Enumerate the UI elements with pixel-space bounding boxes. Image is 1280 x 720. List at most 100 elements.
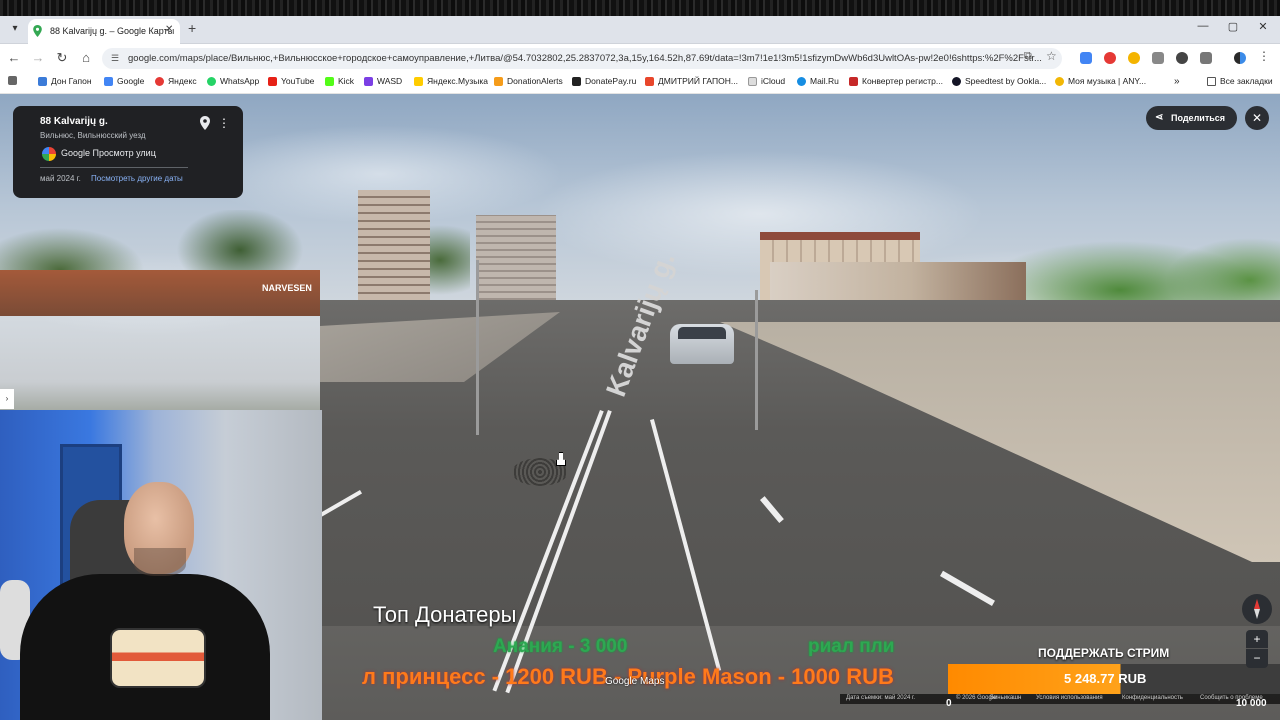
- footer-capture-date: Дата съемки: май 2024 г.: [846, 695, 916, 701]
- panel-collapse-chevron-icon[interactable]: ›: [0, 389, 14, 409]
- bookmark-item[interactable]: Яндекс.Музыка: [414, 76, 488, 86]
- bookmark-favicon-icon: [494, 76, 503, 86]
- bookmark-item[interactable]: Моя музыка | ANY...: [1055, 76, 1146, 86]
- google-logo-icon: [42, 147, 56, 161]
- back-icon[interactable]: ←: [6, 50, 22, 65]
- more-bookmarks-chevron-icon[interactable]: »: [1174, 76, 1180, 87]
- zoom-out-icon[interactable]: −: [1246, 648, 1268, 666]
- extension-yellow-icon[interactable]: [1128, 52, 1140, 64]
- bookmark-favicon-icon: [325, 76, 334, 86]
- bookmark-item[interactable]: iCloud: [748, 76, 785, 86]
- home-icon[interactable]: ⌂: [78, 50, 94, 65]
- zoom-control: + −: [1246, 630, 1268, 668]
- bookmark-item[interactable]: Конвертер регистр...: [849, 76, 943, 86]
- bookmark-item[interactable]: Дон Гапон: [38, 76, 92, 86]
- kiosk-sign: NARVESEN: [262, 283, 312, 293]
- bookmark-favicon-icon: [155, 76, 164, 86]
- all-bookmarks-folder[interactable]: Все закладки: [1207, 76, 1273, 86]
- bookmark-item[interactable]: Mail.Ru: [797, 76, 839, 86]
- footer-link[interactable]: Конфиденциальность: [1122, 695, 1183, 701]
- place-title: 88 Kalvarijų g.: [40, 116, 108, 127]
- apartment-block: [476, 215, 556, 305]
- bookmark-item[interactable]: WASD: [364, 76, 402, 86]
- location-pin-icon[interactable]: [200, 116, 210, 130]
- bookmark-item[interactable]: DonatePay.ru: [572, 76, 636, 86]
- bookmark-favicon-icon: [1055, 76, 1064, 86]
- support-stream-title: ПОДДЕРЖАТЬ СТРИМ: [1038, 646, 1170, 660]
- bookmarks-bar: Дон Гапон Google Яндекс WhatsApp YouTube…: [0, 72, 1280, 94]
- zoom-in-icon[interactable]: +: [1246, 630, 1268, 648]
- bookmark-favicon-icon: [849, 76, 858, 86]
- window-close-icon[interactable]: ✕: [1248, 20, 1278, 33]
- bookmark-item[interactable]: Kick: [325, 76, 354, 86]
- tab-bar: ▾ 88 Kalvarijų g. – Google Карты ✕ + — ▢…: [0, 16, 1280, 44]
- bookmark-favicon-icon: [748, 76, 757, 86]
- street-view-service-label: Google Просмотр улиц: [61, 148, 156, 158]
- apps-grid-icon[interactable]: [8, 76, 17, 85]
- share-button[interactable]: ⋖ Поделиться: [1146, 106, 1237, 130]
- bookmark-item[interactable]: YouTube: [268, 76, 314, 86]
- see-other-dates-link[interactable]: Посмотреть другие даты: [91, 174, 183, 183]
- street-lamp-pole: [476, 260, 479, 435]
- close-street-view-icon[interactable]: ✕: [1245, 106, 1269, 130]
- webcam-shirt-print: [110, 628, 206, 688]
- extensions-puzzle-icon[interactable]: [1200, 52, 1212, 64]
- url-text: google.com/maps/place/Вильнюс,+Вильнюсск…: [128, 53, 1042, 64]
- address-toolbar: ← → ↻ ⌂ ☰ google.com/maps/place/Вильнюс,…: [0, 44, 1280, 72]
- donor-entry: риал пли: [808, 636, 895, 657]
- street-view-info-panel: 88 Kalvarijų g. Вильнюс, Вильнюсский уез…: [13, 106, 243, 198]
- bookmark-favicon-icon: [364, 76, 373, 86]
- install-app-icon[interactable]: ⧉: [1024, 50, 1036, 62]
- bookmark-favicon-icon: [572, 76, 581, 86]
- browser-menu-icon[interactable]: ⋮: [1258, 49, 1270, 63]
- top-donors-title: Топ Донатеры: [373, 602, 517, 627]
- bookmark-favicon-icon: [645, 76, 654, 86]
- more-options-icon[interactable]: ⋮: [218, 116, 230, 130]
- folder-icon: [1207, 76, 1216, 86]
- maximize-icon[interactable]: ▢: [1218, 20, 1248, 33]
- bookmark-favicon-icon: [268, 76, 277, 86]
- profile-avatar[interactable]: [1234, 52, 1246, 64]
- donor-entry: Анания - 3 000: [493, 636, 628, 657]
- capture-date: май 2024 г.: [40, 174, 81, 183]
- footer-link[interactable]: Условия использования: [1036, 695, 1103, 701]
- forward-icon[interactable]: →: [30, 50, 46, 65]
- support-min-label: 0: [946, 698, 952, 709]
- bookmark-item[interactable]: DonationAlerts: [494, 76, 563, 86]
- browser-tab[interactable]: 88 Kalvarijų g. – Google Карты ✕: [28, 19, 180, 44]
- tab-close-icon[interactable]: ✕: [165, 24, 173, 35]
- reload-icon[interactable]: ↻: [54, 50, 70, 66]
- webcam-streamer-beard: [134, 548, 186, 576]
- bookmark-favicon-icon: [414, 76, 423, 86]
- bookmark-item[interactable]: WhatsApp: [207, 76, 259, 86]
- footer-link[interactable]: Биньикашн: [990, 695, 1021, 701]
- bookmark-item[interactable]: Speedtest by Ookla...: [952, 76, 1046, 86]
- divider: [40, 167, 188, 168]
- bookmark-item[interactable]: Google: [104, 76, 144, 86]
- extension-figure-icon[interactable]: [1152, 52, 1164, 64]
- extension-badge-icon[interactable]: [1176, 52, 1188, 64]
- support-amount: 5 248.77 RUB: [1064, 671, 1147, 686]
- bookmark-star-icon[interactable]: ☆: [1046, 49, 1058, 63]
- tab-title: 88 Kalvarijų g. – Google Карты: [50, 26, 175, 36]
- bookmark-favicon-icon: [952, 76, 961, 86]
- apartment-tower: [358, 190, 430, 300]
- car-window: [678, 327, 726, 339]
- bookmark-favicon-icon: [797, 76, 806, 86]
- new-tab-icon[interactable]: +: [188, 20, 196, 36]
- minimize-icon[interactable]: —: [1188, 20, 1218, 32]
- translate-extension-icon[interactable]: [1080, 52, 1092, 64]
- google-maps-watermark: Google Maps: [605, 676, 665, 687]
- share-label: Поделиться: [1171, 113, 1226, 123]
- bookmark-favicon-icon: [38, 76, 47, 86]
- bookmark-item[interactable]: ДМИТРИЙ ГАПОН...: [645, 76, 738, 86]
- street-lamp-pole: [755, 290, 758, 430]
- address-input[interactable]: ☰ google.com/maps/place/Вильнюс,+Вильнюс…: [102, 48, 1062, 69]
- share-icon: ⋖: [1155, 112, 1164, 123]
- bookmark-item[interactable]: Яндекс: [155, 76, 197, 86]
- place-subtitle: Вильнюс, Вильнюсский уезд: [40, 131, 146, 140]
- site-info-icon[interactable]: ☰: [111, 53, 121, 63]
- adblock-extension-icon[interactable]: [1104, 52, 1116, 64]
- maps-pin-icon: [33, 25, 42, 37]
- tab-search-chevron-icon[interactable]: ▾: [6, 20, 24, 38]
